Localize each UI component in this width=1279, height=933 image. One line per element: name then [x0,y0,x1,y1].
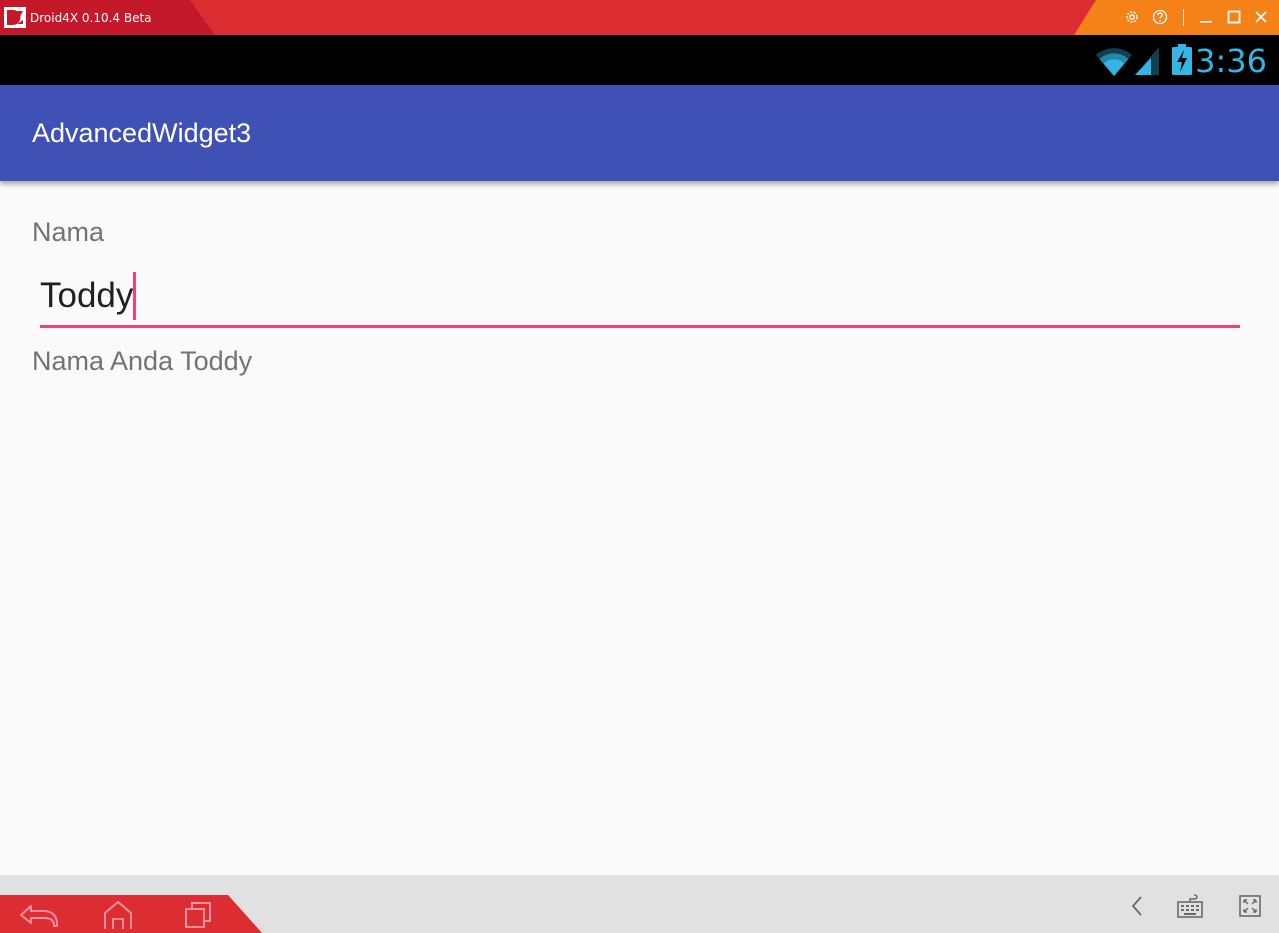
close-icon [1255,11,1267,23]
keyboard-icon [1177,894,1203,918]
signal-icon [1135,47,1159,75]
back-icon [20,905,58,927]
result-text: Nama Anda Toddy [32,346,253,376]
title-bar-divider [1183,9,1184,26]
android-status-bar: 3:36 [0,35,1279,85]
home-button[interactable] [98,899,138,931]
minimize-button[interactable] [1196,7,1216,27]
keyboard-mapping-button[interactable] [1174,891,1206,921]
help-icon [1152,9,1168,25]
recent-apps-button[interactable] [180,899,216,931]
help-button[interactable] [1150,7,1170,27]
name-input[interactable]: Toddy [40,269,1240,328]
text-cursor [133,272,137,320]
emulator-title-bar: Droid4X 0.10.4 Beta [0,0,1279,35]
emulator-bottom-bar [0,875,1279,933]
app-title: AdvancedWidget3 [32,118,252,148]
battery-charging-icon [1172,44,1192,75]
chevron-left-icon [1131,896,1142,916]
fullscreen-button[interactable] [1235,891,1265,921]
back-button[interactable] [16,899,62,931]
minimize-icon [1200,21,1212,23]
wifi-icon [1096,48,1132,76]
settings-icon [1126,11,1138,23]
droid4x-logo-icon [4,7,26,28]
status-bar-clock: 3:36 [1195,42,1267,80]
name-label: Nama [32,217,105,247]
collapse-sidebar-button[interactable] [1124,892,1150,920]
close-button[interactable] [1251,7,1271,27]
home-icon [104,901,132,929]
name-input-text: Toddy [40,276,134,315]
activity-content: Nama Toddy Nama Anda Toddy [0,181,1279,875]
window-title: Droid4X 0.10.4 Beta [30,11,152,25]
fullscreen-icon [1239,895,1261,917]
app-toolbar: AdvancedWidget3 [0,85,1279,181]
settings-button[interactable] [1122,7,1142,27]
recent-apps-icon [185,902,211,928]
maximize-button[interactable] [1224,7,1244,27]
maximize-icon [1227,10,1241,24]
title-bar-right-tab [1074,0,1279,35]
